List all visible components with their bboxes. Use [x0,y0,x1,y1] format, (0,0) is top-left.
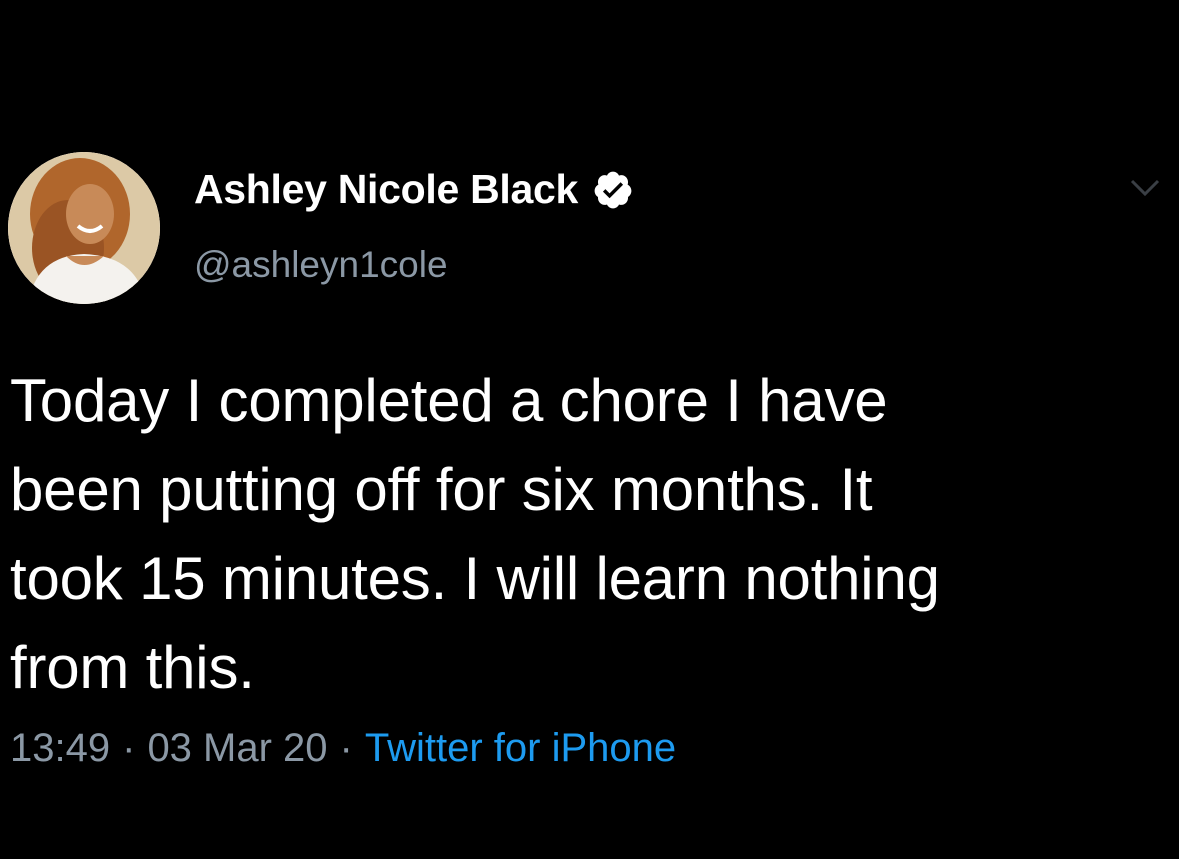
chevron-down-icon [1130,179,1160,197]
tweet-meta: 13:49 · 03 Mar 20 · Twitter for iPhone [10,726,676,771]
tweet-date[interactable]: 03 Mar 20 [147,726,327,771]
author-display-name[interactable]: Ashley Nicole Black [194,166,578,213]
tweet-time[interactable]: 13:49 [10,726,110,771]
tweet-source-link[interactable]: Twitter for iPhone [365,726,676,771]
author-handle[interactable]: @ashleyn1cole [194,244,448,286]
avatar[interactable] [8,152,160,304]
avatar-photo [8,152,160,304]
meta-separator: · [339,726,353,770]
verified-badge-icon [594,171,632,208]
tweet-card: Ashley Nicole Black @ashleyn1cole Today … [0,0,1179,859]
author-name-row: Ashley Nicole Black [194,166,634,213]
tweet-menu-button[interactable] [1128,177,1162,199]
meta-separator: · [122,726,136,770]
tweet-text: Today I completed a chore I have been pu… [10,367,940,701]
